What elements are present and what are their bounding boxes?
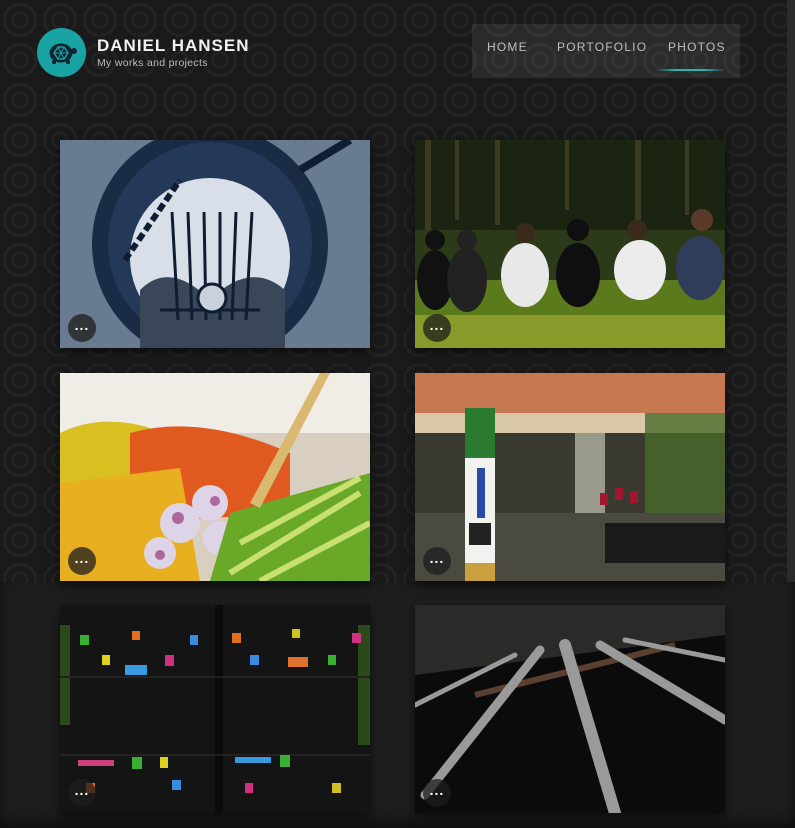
photo-more-button[interactable]: ...	[423, 314, 451, 342]
photo-salad[interactable]: ...	[60, 373, 370, 581]
photo-more-button[interactable]: ...	[68, 314, 96, 342]
photo-more-button[interactable]: ...	[68, 779, 96, 807]
photo-metal-grate[interactable]: ...	[415, 605, 725, 813]
photo-more-button[interactable]: ...	[423, 547, 451, 575]
logo[interactable]	[37, 28, 86, 77]
active-nav-indicator	[654, 69, 726, 71]
page-edge	[787, 0, 795, 582]
main-nav: HOME PORTOFOLIO PHOTOS	[472, 24, 740, 78]
nav-item-home[interactable]: HOME	[487, 40, 528, 54]
photo-post-qr[interactable]: ...	[415, 373, 725, 581]
photo-manhole[interactable]: ...	[60, 140, 370, 348]
photo-more-button[interactable]: ...	[423, 779, 451, 807]
nav-item-portfolio[interactable]: PORTOFOLIO	[557, 40, 647, 54]
photo-more-button[interactable]: ...	[68, 547, 96, 575]
site-title: DANIEL HANSEN	[97, 36, 250, 55]
site-tagline: My works and projects	[97, 57, 208, 69]
nav-item-photos[interactable]: PHOTOS	[668, 40, 726, 54]
photo-people-on-grass[interactable]: ...	[415, 140, 725, 348]
photo-flower-pots-wall[interactable]: ...	[60, 605, 370, 813]
turtle-icon	[49, 43, 77, 64]
